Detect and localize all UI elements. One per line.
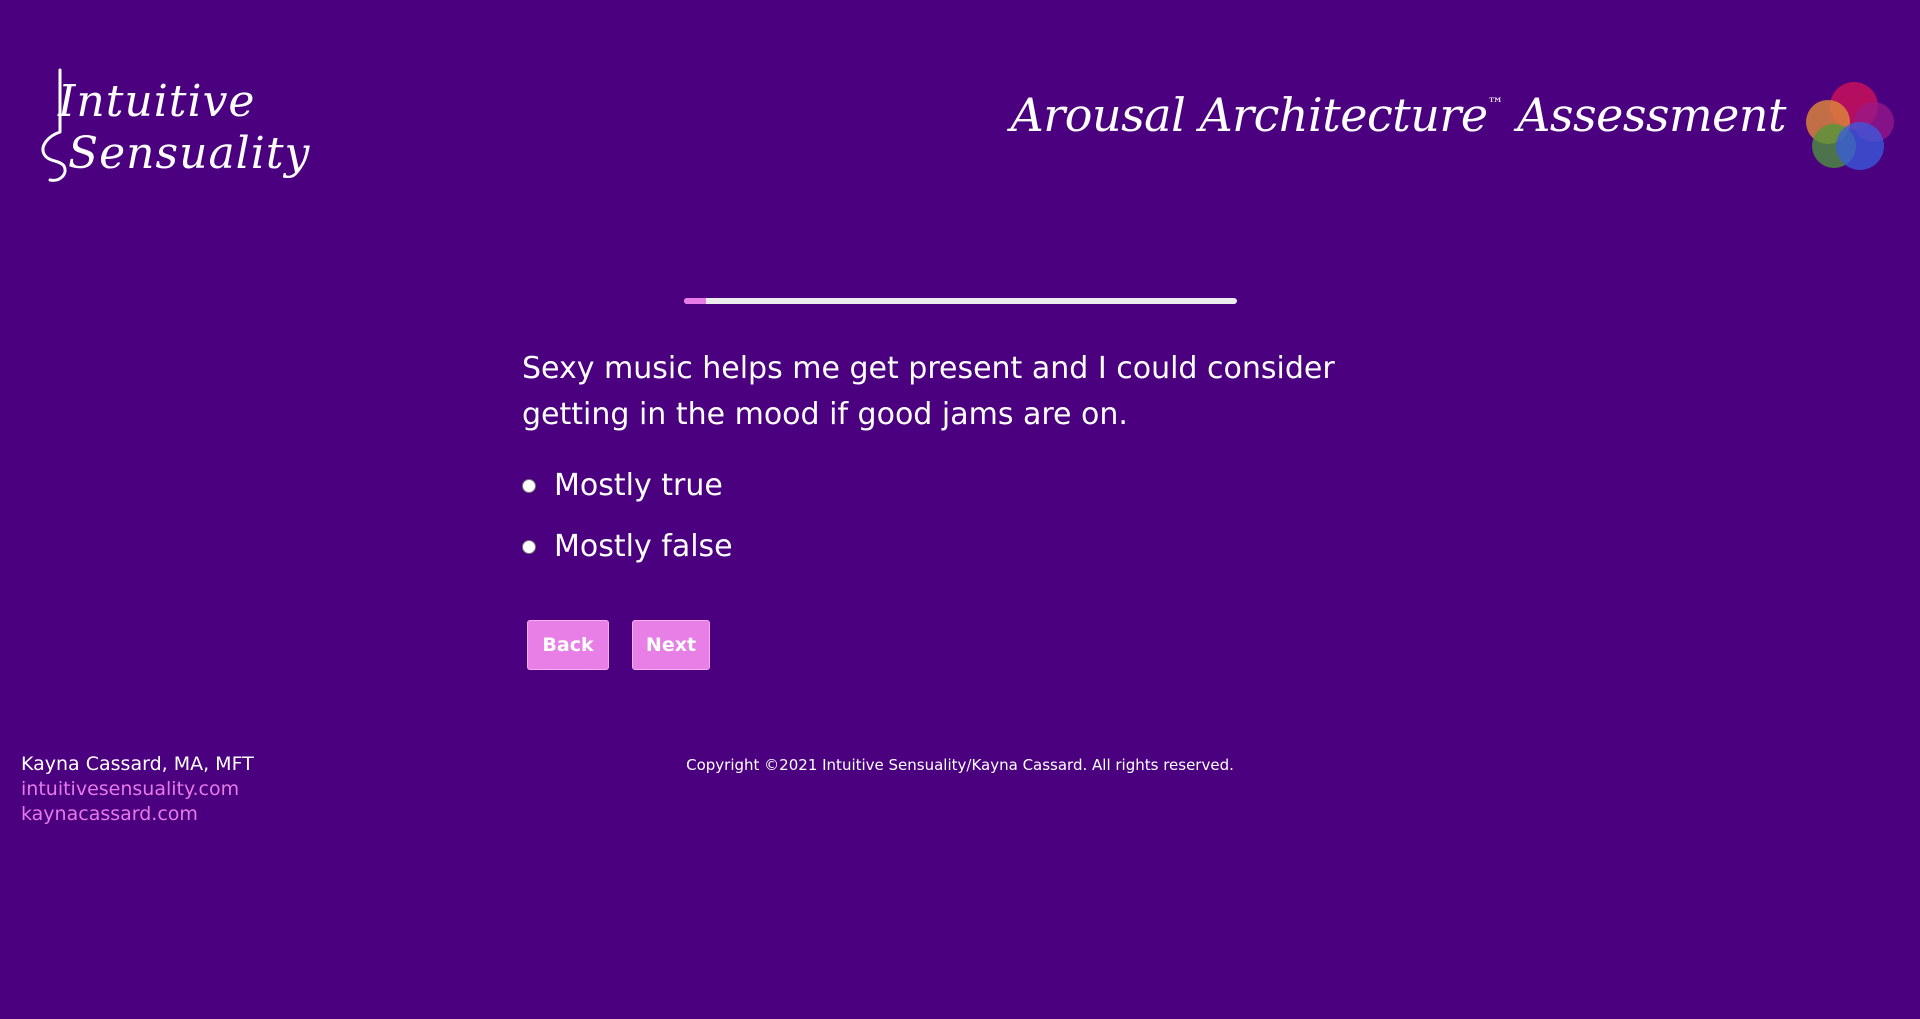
progress-fill xyxy=(684,298,707,304)
logo-text-line2: Sensuality xyxy=(68,128,311,179)
assessment-page: Intuitive Sensuality Arousal Architectur… xyxy=(0,0,1920,1019)
assessment-title: Arousal Architecture™ Assessment xyxy=(1010,88,1787,142)
copyright-text: Copyright ©2021 Intuitive Sensuality/Kay… xyxy=(686,756,1234,774)
intuitivesensuality-link[interactable]: intuitivesensuality.com xyxy=(21,777,254,802)
option-mostly-false[interactable]: Mostly false xyxy=(522,527,733,567)
option-label: Mostly false xyxy=(554,529,733,564)
progress-bar xyxy=(684,298,1237,304)
assessment-title-word: Assessment xyxy=(1517,88,1786,142)
color-circles-icon xyxy=(1806,82,1894,170)
radio-button[interactable] xyxy=(522,540,536,554)
trademark-mark: ™ xyxy=(1487,94,1504,113)
back-button[interactable]: Back xyxy=(527,620,609,670)
question-text: Sexy music helps me get present and I co… xyxy=(522,351,1335,432)
kaynacassard-link[interactable]: kaynacassard.com xyxy=(21,802,254,827)
next-button[interactable]: Next xyxy=(632,620,710,670)
logo-text-line1: Intuitive xyxy=(58,76,256,127)
intuitive-sensuality-logo[interactable]: Intuitive Sensuality xyxy=(38,62,309,202)
assessment-title-main: Arousal Architecture xyxy=(1010,88,1489,142)
option-label: Mostly true xyxy=(554,468,723,503)
option-mostly-true[interactable]: Mostly true xyxy=(522,466,723,506)
radio-button[interactable] xyxy=(522,479,536,493)
